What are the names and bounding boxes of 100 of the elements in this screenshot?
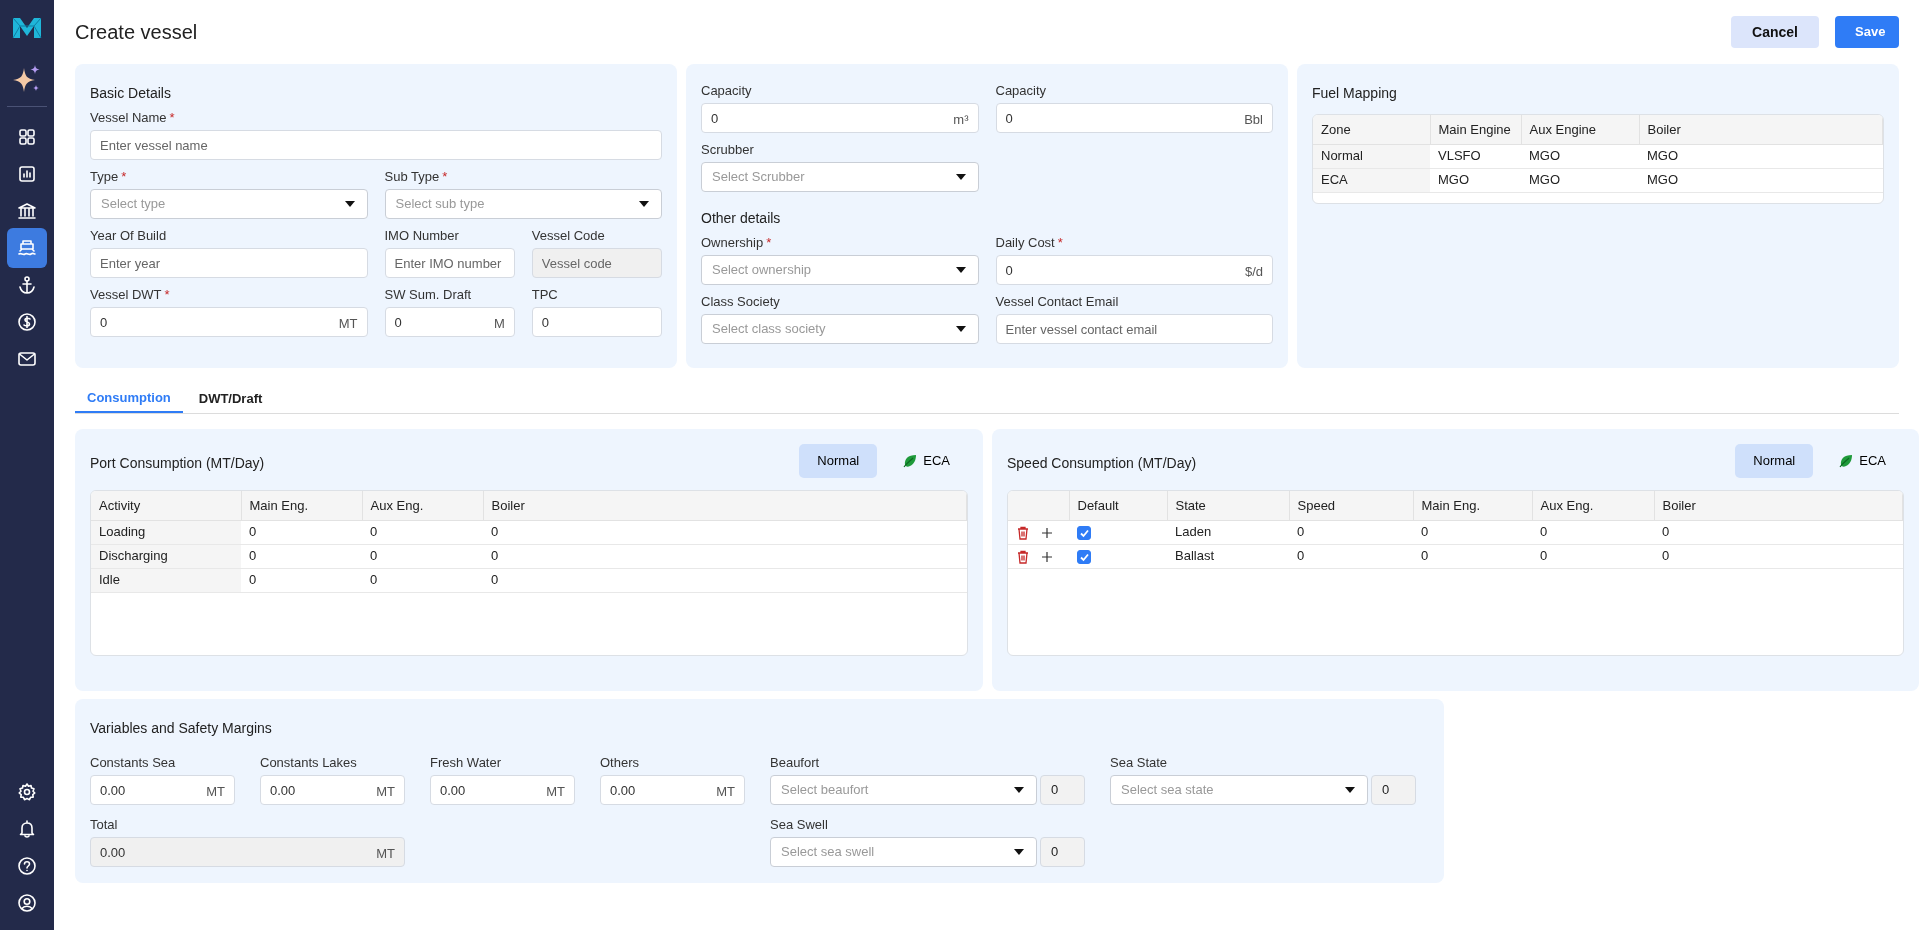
column-header: Activity — [91, 491, 241, 520]
value-field: 0 — [1040, 775, 1085, 805]
field-label: Sea Swell — [770, 817, 829, 833]
user-icon[interactable] — [17, 893, 37, 913]
table-cell: 0 — [362, 568, 483, 592]
table-cell: MGO — [1521, 168, 1639, 192]
caret-icon — [1345, 787, 1355, 793]
column-header: Speed — [1289, 491, 1413, 520]
input-field[interactable]: Enter year — [90, 248, 368, 278]
leaf-icon — [1839, 454, 1854, 468]
table-cell: Idle — [91, 568, 241, 592]
bell-icon[interactable] — [17, 819, 37, 839]
trash-icon[interactable] — [1016, 525, 1030, 540]
field-label: Vessel Code — [531, 228, 606, 244]
input-field[interactable]: Enter vessel name — [90, 130, 662, 160]
table-cell: 0 — [1654, 520, 1903, 544]
table-cell: 0 — [362, 520, 483, 544]
column-header: Main Engine — [1430, 115, 1521, 144]
table-cell: 0 — [483, 568, 967, 592]
unit-label: MT — [338, 315, 358, 333]
unit-label: MT — [546, 783, 565, 801]
table-cell: Loading — [91, 520, 241, 544]
field-label: Capacity — [995, 83, 1048, 99]
input-field[interactable]: Enter vessel contact email — [995, 314, 1273, 344]
unit-label: $/d — [1244, 263, 1263, 281]
table-cell: 0 — [241, 520, 362, 544]
table-cell: 0 — [1413, 544, 1532, 568]
cancel-button[interactable]: Cancel — [1731, 16, 1819, 48]
field-label: Vessel DWT * — [90, 287, 171, 303]
check-icon — [1078, 527, 1090, 538]
column-header: Aux Eng. — [362, 491, 483, 520]
table-cell: MGO — [1521, 144, 1639, 168]
section-title: Port Consumption (MT/Day) — [90, 453, 265, 473]
plus-icon[interactable] — [1041, 550, 1053, 563]
save-button[interactable]: Save — [1835, 16, 1899, 48]
mail-icon — [17, 349, 37, 369]
field-label: Beaufort — [770, 755, 821, 771]
settings-icon[interactable] — [17, 782, 37, 802]
chart-icon — [17, 164, 37, 184]
field-label: Ownership * — [701, 235, 773, 251]
mode-toggle[interactable]: Normal — [799, 444, 878, 478]
unit-label: MT — [716, 783, 735, 801]
table-cell: 0 — [362, 544, 483, 568]
field-label: Others — [600, 755, 640, 771]
table-cell: 0 — [241, 544, 362, 568]
section-title: Basic Details — [90, 84, 172, 103]
leaf-icon — [903, 454, 918, 468]
field-label: SW Sum. Draft — [384, 287, 473, 303]
column-header: Aux Eng. — [1532, 491, 1654, 520]
tab[interactable]: Consumption — [75, 384, 183, 413]
field-label: Constants Sea — [90, 755, 177, 771]
column-header: Default — [1069, 491, 1167, 520]
plus-icon[interactable] — [1041, 526, 1053, 539]
value-field: 0 — [1371, 775, 1416, 805]
field-label: Scrubber — [701, 142, 755, 158]
help-icon[interactable] — [17, 856, 37, 876]
table-cell: MGO — [1639, 168, 1883, 192]
section-title: Other details — [701, 209, 782, 228]
check-icon — [1078, 551, 1090, 562]
field-label: Sub Type * — [384, 169, 449, 185]
column-header: Main Eng. — [1413, 491, 1532, 520]
table-cell: Ballast — [1167, 544, 1289, 568]
mode-toggle[interactable]: Normal — [1735, 444, 1814, 478]
caret-icon — [955, 267, 966, 273]
column-header: Boiler — [483, 491, 967, 520]
ship-icon — [17, 238, 37, 258]
field-label: TPC — [531, 287, 559, 303]
table-cell: 0 — [1413, 520, 1532, 544]
mode-toggle[interactable]: ECA — [885, 444, 968, 478]
table-cell: 0 — [1654, 544, 1903, 568]
field-label: Class Society — [701, 294, 781, 310]
field-label: Constants Lakes — [260, 755, 358, 771]
unit-label: M — [493, 315, 505, 333]
input-field[interactable]: 0 — [531, 307, 662, 337]
input-field[interactable]: Enter IMO number — [384, 248, 515, 278]
grid-icon — [17, 127, 37, 147]
table-cell: 0 — [483, 520, 967, 544]
caret-icon — [344, 201, 355, 207]
table-cell: 0 — [1289, 520, 1413, 544]
table-cell: MGO — [1639, 144, 1883, 168]
unit-label: Bbl — [1244, 111, 1263, 129]
table-cell: 0 — [1532, 520, 1654, 544]
trash-icon[interactable] — [1016, 549, 1030, 564]
field-label: Vessel Name * — [90, 110, 176, 126]
field-label: Total — [90, 817, 119, 833]
tab[interactable]: DWT/Draft — [186, 384, 275, 413]
table-cell: ECA — [1313, 168, 1430, 192]
table-cell: Laden — [1167, 520, 1289, 544]
unit-label: m³ — [953, 111, 969, 129]
checkbox[interactable] — [1077, 549, 1091, 564]
unit-label: MT — [376, 783, 395, 801]
table-cell: 0 — [241, 568, 362, 592]
field-label: IMO Number — [384, 228, 460, 244]
column-header: Zone — [1313, 115, 1430, 144]
field-label: Daily Cost * — [995, 235, 1064, 251]
caret-icon — [955, 326, 966, 332]
mode-toggle[interactable]: ECA — [1821, 444, 1904, 478]
caret-icon — [1014, 849, 1024, 855]
table-cell: MGO — [1430, 168, 1521, 192]
checkbox[interactable] — [1077, 525, 1091, 540]
